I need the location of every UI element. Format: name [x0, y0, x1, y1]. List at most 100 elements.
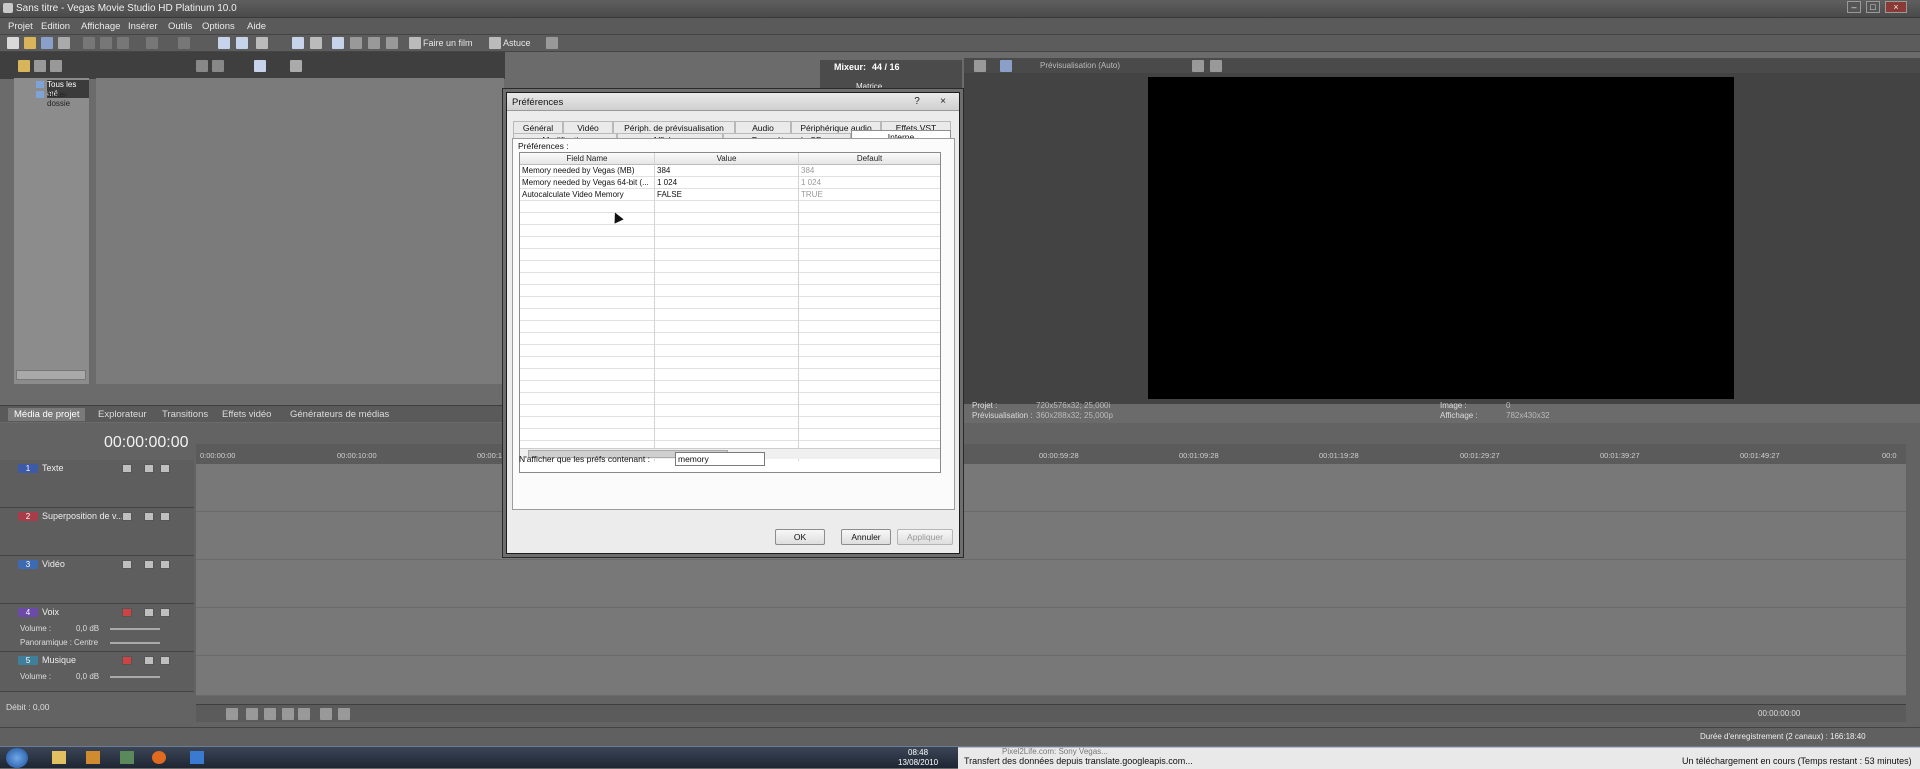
tab-transitions[interactable]: Transitions: [162, 409, 208, 420]
go-start-icon[interactable]: [320, 708, 332, 720]
tree-item-subfolder[interactable]: Sous-dossie: [47, 90, 89, 108]
app-taskbar-icon[interactable]: [190, 751, 204, 764]
snap-icon[interactable]: [292, 37, 304, 49]
menu-outils[interactable]: Outils: [168, 21, 192, 32]
track-motion-icon[interactable]: [122, 560, 132, 569]
menu-projet[interactable]: Projet: [8, 21, 33, 32]
tip-icon[interactable]: [489, 37, 501, 49]
track-header-music[interactable]: 5 Musique Volume : 0,0 dB: [0, 652, 194, 692]
open-icon[interactable]: [24, 37, 36, 49]
solo-icon[interactable]: [160, 560, 170, 569]
make-movie-button[interactable]: Faire un film: [423, 38, 473, 48]
crossfade-icon[interactable]: [332, 37, 344, 49]
track-lane-text[interactable]: [196, 464, 1906, 512]
track-name[interactable]: Voix: [42, 607, 59, 617]
auto-ripple-icon[interactable]: [256, 37, 268, 49]
track-header-overlay[interactable]: 2 Superposition de v...: [0, 508, 194, 556]
mixer-matrix[interactable]: Matrice: [856, 82, 882, 91]
mute-icon[interactable]: [144, 608, 154, 617]
external-monitor-icon[interactable]: [1000, 60, 1012, 72]
help-pointer-icon[interactable]: [546, 37, 558, 49]
filter-input[interactable]: [675, 452, 765, 466]
track-lane-video[interactable]: [196, 560, 1906, 608]
mute-icon[interactable]: [144, 464, 154, 473]
preview-quality[interactable]: Prévisualisation (Auto): [1040, 61, 1120, 70]
menu-aide[interactable]: Aide: [247, 21, 266, 32]
save-snapshot-icon[interactable]: [1210, 60, 1222, 72]
new-icon[interactable]: [7, 37, 19, 49]
tool-normal-icon[interactable]: [218, 37, 230, 49]
tree-hscroll[interactable]: [16, 370, 86, 380]
capture-icon[interactable]: [34, 60, 46, 72]
media-taskbar-icon[interactable]: [86, 751, 100, 764]
search-icon[interactable]: [290, 60, 302, 72]
track-name[interactable]: Texte: [42, 463, 64, 473]
paste-icon[interactable]: [117, 37, 129, 49]
track-name[interactable]: Superposition de v...: [42, 511, 123, 521]
redo-icon[interactable]: [178, 37, 190, 49]
import-icon[interactable]: [18, 60, 30, 72]
menu-edition[interactable]: Edition: [41, 21, 70, 32]
loop-icon[interactable]: [226, 708, 238, 720]
column-value[interactable]: Value: [655, 154, 798, 163]
timeline-ruler[interactable]: 0:00:00:00 00:00:10:00 00:00:19 00:00:59…: [196, 444, 1906, 464]
regions-icon[interactable]: [386, 37, 398, 49]
start-button[interactable]: [6, 748, 28, 768]
solo-icon[interactable]: [160, 464, 170, 473]
tip-button[interactable]: Astuce: [503, 38, 531, 48]
apply-button[interactable]: Appliquer: [897, 529, 953, 545]
dialog-close-button[interactable]: ×: [933, 95, 953, 108]
stop-icon[interactable]: [298, 708, 310, 720]
dialog-titlebar[interactable]: Préférences ? ×: [507, 93, 959, 111]
vegas-taskbar-icon[interactable]: [120, 751, 134, 764]
pause-icon[interactable]: [282, 708, 294, 720]
markers-icon[interactable]: [368, 37, 380, 49]
track-lane-voice[interactable]: [196, 608, 1906, 656]
track-motion-icon[interactable]: [122, 464, 132, 473]
volume-slider[interactable]: [110, 628, 160, 630]
play-icon[interactable]: [196, 60, 208, 72]
solo-icon[interactable]: [160, 656, 170, 665]
menu-options[interactable]: Options: [202, 21, 235, 32]
maximize-button[interactable]: □: [1866, 1, 1880, 13]
arm-record-icon[interactable]: [122, 656, 132, 665]
dialog-help-button[interactable]: ?: [907, 95, 927, 108]
play-icon[interactable]: [264, 708, 276, 720]
stop-icon[interactable]: [212, 60, 224, 72]
track-name[interactable]: Musique: [42, 655, 76, 665]
track-header-video[interactable]: 3 Vidéo: [0, 556, 194, 604]
track-header-text[interactable]: 1 Texte: [0, 460, 194, 508]
browser-tab-label[interactable]: Pixel2Life.com: Sony Vegas...: [1002, 747, 1108, 756]
row-value[interactable]: 384: [657, 166, 670, 175]
track-header-voice[interactable]: 4 Voix Volume : 0,0 dB Panoramique : Cen…: [0, 604, 194, 652]
table-row[interactable]: Autocalculate Video Memory FALSE TRUE: [520, 189, 940, 201]
go-end-icon[interactable]: [338, 708, 350, 720]
track-lane-overlay[interactable]: [196, 512, 1906, 560]
preview-props-icon[interactable]: [974, 60, 986, 72]
mute-icon[interactable]: [144, 512, 154, 521]
mute-icon[interactable]: [144, 560, 154, 569]
copy-icon[interactable]: [100, 37, 112, 49]
ignore-grouping-icon[interactable]: [350, 37, 362, 49]
view-icon[interactable]: [254, 60, 266, 72]
track-motion-icon[interactable]: [122, 512, 132, 521]
tab-media-generators[interactable]: Générateurs de médias: [290, 409, 389, 420]
table-row[interactable]: Memory needed by Vegas (MB) 384 384: [520, 165, 940, 177]
copy-snapshot-icon[interactable]: [1192, 60, 1204, 72]
solo-icon[interactable]: [160, 608, 170, 617]
tab-explorer[interactable]: Explorateur: [98, 409, 147, 420]
volume-slider[interactable]: [110, 676, 160, 678]
arm-record-icon[interactable]: [122, 608, 132, 617]
column-field-name[interactable]: Field Name: [520, 154, 654, 163]
column-default[interactable]: Default: [799, 154, 940, 163]
undo-icon[interactable]: [146, 37, 158, 49]
cancel-button[interactable]: Annuler: [841, 529, 891, 545]
lock-envelopes-icon[interactable]: [310, 37, 322, 49]
explorer-taskbar-icon[interactable]: [52, 751, 66, 764]
minimize-button[interactable]: –: [1847, 1, 1861, 13]
tab-project-media[interactable]: Média de projet: [8, 408, 86, 421]
properties-icon[interactable]: [58, 37, 70, 49]
track-lane-music[interactable]: [196, 656, 1906, 696]
tool-envelope-icon[interactable]: [236, 37, 248, 49]
row-value[interactable]: FALSE: [657, 190, 682, 199]
